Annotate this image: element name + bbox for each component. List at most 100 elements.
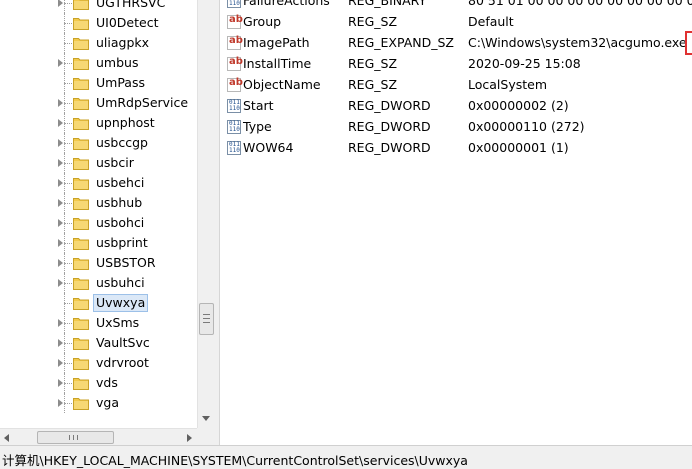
value-name: Type: [243, 119, 272, 134]
expand-arrow-icon[interactable]: [58, 339, 63, 347]
scroll-left-arrow-icon[interactable]: [4, 434, 9, 442]
folder-icon: [73, 236, 89, 250]
scroll-down-arrow-icon[interactable]: [202, 416, 210, 421]
folder-icon: [73, 216, 89, 230]
expand-arrow-icon[interactable]: [58, 179, 63, 187]
tree-item-label: usbhub: [96, 195, 143, 210]
value-row-wow64[interactable]: 011 110 WOW64 REG_DWORD 0x00000001 (1): [220, 138, 692, 159]
tree-item-usbuhci[interactable]: usbuhci: [0, 273, 196, 293]
horizontal-scroll-thumb[interactable]: [37, 431, 114, 444]
expand-arrow-icon[interactable]: [58, 159, 63, 167]
tree-item-umpass[interactable]: UmPass: [0, 73, 196, 93]
tree-item-uliagpkx[interactable]: uliagpkx: [0, 33, 196, 53]
expand-arrow-icon[interactable]: [58, 359, 63, 367]
expand-arrow-icon[interactable]: [58, 199, 63, 207]
folder-icon: [73, 0, 89, 10]
tree-item-vds[interactable]: vds: [0, 373, 196, 393]
tree-connector: [64, 263, 72, 264]
value-row-group[interactable]: ab Group REG_SZ Default: [220, 12, 692, 33]
value-data: 80 51 01 00 00 00 00 00 00 00 00 00 0: [468, 0, 692, 8]
tree-item-ugthrsvc[interactable]: UGTHRSVC: [0, 0, 196, 13]
tree-item-uvwxya[interactable]: Uvwxya: [0, 293, 196, 313]
scroll-right-arrow-icon[interactable]: [187, 434, 192, 442]
status-path: 计算机\HKEY_LOCAL_MACHINE\SYSTEM\CurrentCon…: [2, 453, 468, 468]
tree-item-usbccgp[interactable]: usbccgp: [0, 133, 196, 153]
string-value-icon: ab: [227, 35, 243, 50]
binary-value-icon: 011110: [227, 0, 241, 8]
folder-icon: [73, 336, 89, 350]
registry-tree[interactable]: UGTHRSVC UI0Detect uliagpkx umbus UmPass UmRd…: [0, 0, 214, 428]
expand-arrow-icon[interactable]: [58, 119, 63, 127]
tree-item-usbcir[interactable]: usbcir: [0, 153, 196, 173]
value-row-imagepath[interactable]: ab ImagePath REG_EXPAND_SZ C:\Windows\syste…: [220, 33, 692, 54]
tree-connector: [64, 403, 72, 404]
expand-arrow-icon[interactable]: [58, 279, 63, 287]
value-row-failureactions[interactable]: 011110FailureActions REG_BINARY 80 51 01 0…: [220, 0, 692, 12]
tree-item-usbprint[interactable]: usbprint: [0, 233, 196, 253]
folder-icon: [73, 156, 89, 170]
value-type: REG_BINARY: [348, 0, 427, 8]
tree-connector: [64, 103, 72, 104]
tree-vertical-scrollbar[interactable]: [197, 0, 214, 428]
string-value-icon: ab: [227, 14, 243, 29]
expand-arrow-icon[interactable]: [58, 59, 63, 67]
tree-item-uxsms[interactable]: UxSms: [0, 313, 196, 333]
tree-connector: [64, 223, 72, 224]
value-row-start[interactable]: 011 110 Start REG_DWORD 0x00000002 (2): [220, 96, 692, 117]
imagepath-highlight-box: [685, 31, 692, 55]
tree-item-usbehci[interactable]: usbehci: [0, 173, 196, 193]
value-data: Default: [468, 14, 514, 29]
tree-connector: [64, 283, 72, 284]
folder-icon: [73, 96, 89, 110]
value-type: REG_SZ: [348, 56, 398, 71]
tree-connector: [64, 0, 65, 13]
tree-item-upnphost[interactable]: upnphost: [0, 113, 196, 133]
string-value-icon: ab: [227, 77, 243, 92]
tree-item-usbstor[interactable]: USBSTOR: [0, 253, 196, 273]
folder-icon: [73, 136, 89, 150]
value-name: Group: [243, 14, 282, 29]
folder-icon: [73, 36, 89, 50]
tree-item-umrdpservice[interactable]: UmRdpService: [0, 93, 196, 113]
expand-arrow-icon[interactable]: [58, 319, 63, 327]
expand-arrow-icon[interactable]: [58, 379, 63, 387]
tree-connector: [64, 23, 72, 24]
tree-item-label: UmRdpService: [96, 95, 189, 110]
expand-arrow-icon[interactable]: [58, 139, 63, 147]
tree-item-usbhub[interactable]: usbhub: [0, 193, 196, 213]
value-row-type[interactable]: 011 110 Type REG_DWORD 0x00000110 (272): [220, 117, 692, 138]
tree-connector: [64, 123, 72, 124]
value-row-installtime[interactable]: ab InstallTime REG_SZ 2020-09-25 15:08: [220, 54, 692, 75]
vertical-scroll-thumb[interactable]: [199, 303, 214, 335]
tree-connector: [64, 323, 72, 324]
status-bar: 计算机\HKEY_LOCAL_MACHINE\SYSTEM\CurrentCon…: [0, 445, 692, 468]
tree-item-umbus[interactable]: umbus: [0, 53, 196, 73]
tree-item-label: vdrvroot: [96, 355, 149, 370]
tree-item-usbohci[interactable]: usbohci: [0, 213, 196, 233]
expand-arrow-icon[interactable]: [58, 99, 63, 107]
tree-item-label: VaultSvc: [96, 335, 150, 350]
tree-item-ui0detect[interactable]: UI0Detect: [0, 13, 196, 33]
value-type: REG_DWORD: [348, 98, 431, 113]
value-data: 0x00000001 (1): [468, 140, 569, 155]
tree-item-vdrvroot[interactable]: vdrvroot: [0, 353, 196, 373]
folder-icon: [73, 276, 89, 290]
folder-icon: [73, 116, 89, 130]
value-row-objectname[interactable]: ab ObjectName REG_SZ LocalSystem: [220, 75, 692, 96]
values-list[interactable]: 011110FailureActionsREG_BINARY80 51 01 0…: [219, 0, 692, 445]
expand-arrow-icon[interactable]: [58, 259, 63, 267]
tree-connector: [64, 183, 72, 184]
tree-item-vaultsvc[interactable]: VaultSvc: [0, 333, 196, 353]
tree-item-vga[interactable]: vga: [0, 393, 196, 413]
tree-connector: [64, 383, 72, 384]
expand-arrow-icon[interactable]: [58, 219, 63, 227]
value-data: C:\Windows\system32\acgumo.exe: [468, 35, 687, 50]
tree-horizontal-scrollbar[interactable]: [0, 428, 214, 446]
value-type: REG_EXPAND_SZ: [348, 35, 454, 50]
value-data: LocalSystem: [468, 77, 548, 92]
tree-connector: [64, 243, 72, 244]
expand-arrow-icon[interactable]: [58, 239, 63, 247]
expand-arrow-icon[interactable]: [58, 0, 63, 7]
expand-arrow-icon[interactable]: [58, 399, 63, 407]
tree-connector: [64, 203, 72, 204]
